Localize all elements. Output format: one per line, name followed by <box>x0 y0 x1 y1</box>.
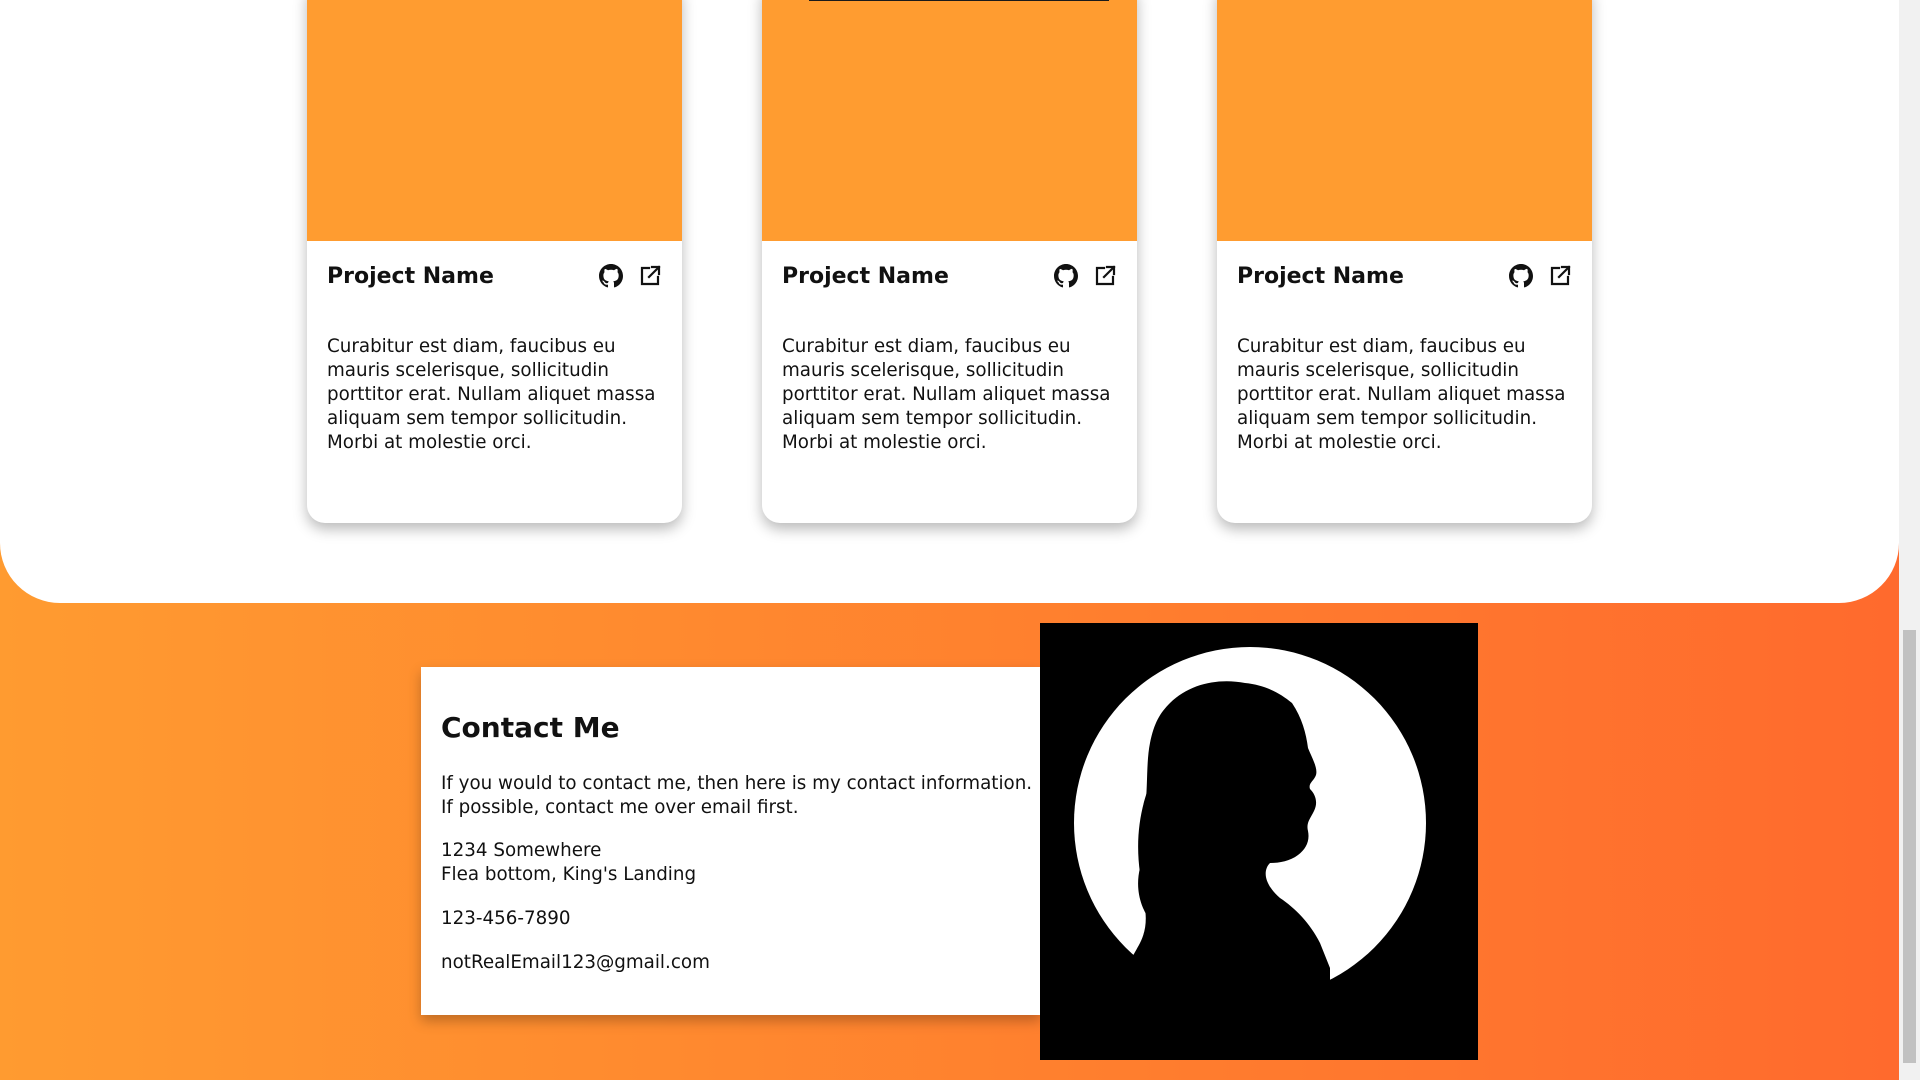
contact-intro-line-2: If possible, contact me over email first… <box>441 797 799 818</box>
browser-viewport: Project Name Curabitur est diam, faucibu… <box>0 0 1920 1080</box>
project-card: Project Name Curabitur est diam, faucibu… <box>762 0 1137 523</box>
contact-email[interactable]: notRealEmail123@gmail.com <box>441 951 710 975</box>
project-image <box>762 0 1137 241</box>
projects-section: Project Name Curabitur est diam, faucibu… <box>0 0 1899 603</box>
project-description: Curabitur est diam, faucibus eu mauris s… <box>327 336 656 453</box>
project-image <box>1217 0 1592 241</box>
project-card: Project Name Curabitur est diam, faucibu… <box>307 0 682 523</box>
project-card: Project Name Curabitur est diam, faucibu… <box>1217 0 1592 523</box>
contact-address-line-2: Flea bottom, King's Landing <box>441 864 697 885</box>
contact-card: Contact Me If you would to contact me, t… <box>421 667 1041 1015</box>
contact-intro-line-1: If you would to contact me, then here is… <box>441 773 1033 794</box>
project-links <box>599 264 662 288</box>
contact-title: Contact Me <box>441 711 620 744</box>
image-divider <box>809 0 1109 1</box>
project-title: Project Name <box>782 264 949 289</box>
contact-phone: 123-456-7890 <box>441 908 571 929</box>
scrollbar-thumb[interactable] <box>1903 630 1916 1063</box>
vertical-scrollbar[interactable] <box>1899 0 1920 1080</box>
project-image <box>307 0 682 241</box>
project-description: Curabitur est diam, faucibus eu mauris s… <box>782 336 1111 453</box>
project-links <box>1509 264 1572 288</box>
profile-portrait <box>1040 623 1478 1060</box>
external-link-icon[interactable] <box>1093 264 1117 288</box>
page: Project Name Curabitur est diam, faucibu… <box>0 0 1899 1080</box>
project-links <box>1054 264 1117 288</box>
github-icon[interactable] <box>1509 264 1533 288</box>
external-link-icon[interactable] <box>1548 264 1572 288</box>
project-title: Project Name <box>1237 264 1404 289</box>
external-link-icon[interactable] <box>638 264 662 288</box>
project-title: Project Name <box>327 264 494 289</box>
portrait-silhouette-image <box>1040 623 1478 1060</box>
github-icon[interactable] <box>1054 264 1078 288</box>
github-icon[interactable] <box>599 264 623 288</box>
project-description: Curabitur est diam, faucibus eu mauris s… <box>1237 336 1566 453</box>
contact-address-line-1: 1234 Somewhere <box>441 840 602 861</box>
